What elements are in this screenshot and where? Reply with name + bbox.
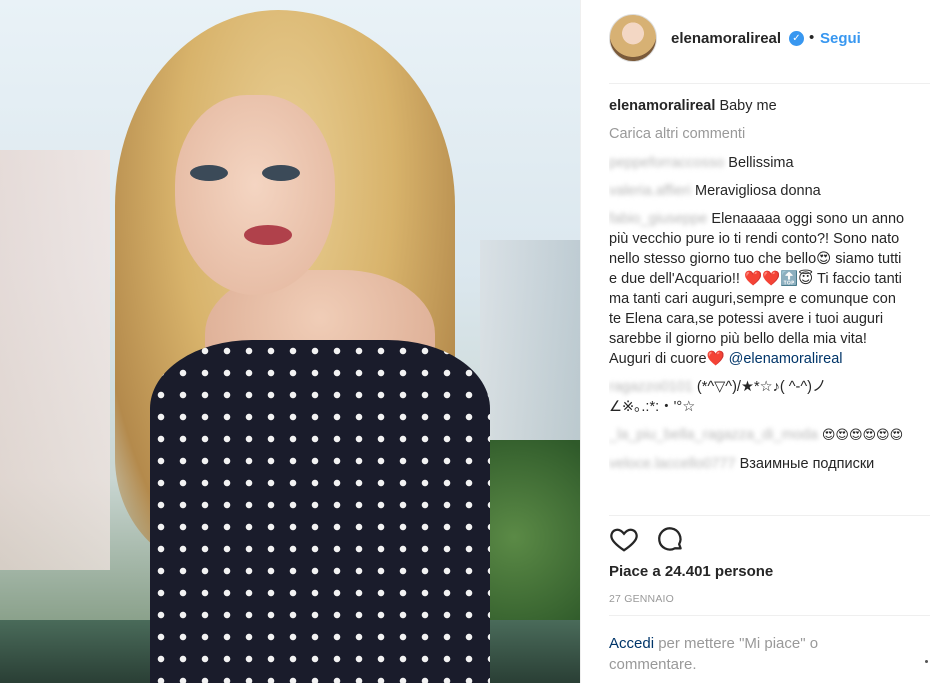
login-link[interactable]: Accedi — [609, 635, 654, 652]
likes-count[interactable]: Piace a 24.401 persone — [609, 563, 773, 580]
comment-username[interactable]: veloce.laccello0777 — [609, 456, 736, 472]
comment-username[interactable]: peppeforraccosso — [609, 155, 724, 171]
heart-icon[interactable] — [609, 524, 639, 554]
comment-text: 😍😍😍😍😍😍 — [821, 428, 904, 443]
comment-username[interactable]: valeria.affieri — [609, 183, 691, 199]
subject-face — [175, 95, 335, 295]
author-username[interactable]: elenamoralireal — [671, 30, 781, 47]
comment-item: peppeforraccosso Bellissima — [609, 153, 909, 173]
load-more-comments-link[interactable]: Carica altri commenti — [609, 124, 909, 144]
comment-text: Bellissima — [728, 155, 794, 171]
comments-list[interactable]: elenamoralireal Baby me Carica altri com… — [609, 96, 909, 514]
subject-eye — [190, 165, 228, 181]
subject-lips — [244, 225, 292, 245]
comment-mention-link[interactable]: @elenamoralireal — [729, 351, 843, 367]
follow-button[interactable]: Segui — [820, 30, 861, 47]
comment-username[interactable]: _la_piu_bella_ragazza_di_moda — [609, 427, 818, 443]
comment-item: fabio_giuseppe Elenaaaaa oggi sono un an… — [609, 209, 909, 369]
comment-item: _la_piu_bella_ragazza_di_moda 😍😍😍😍😍😍 — [609, 425, 909, 446]
comment-icon[interactable] — [655, 524, 685, 554]
post-date: 27 GENNAIO — [609, 593, 675, 605]
comment-text: Elenaaaaa oggi sono un anno più vecchio … — [609, 211, 905, 367]
subject-eye — [262, 165, 300, 181]
caption-text: Baby me — [719, 98, 777, 114]
divider — [609, 615, 930, 616]
avatar[interactable] — [609, 14, 657, 62]
comment-username[interactable]: ragazzo0101 — [609, 379, 693, 395]
scroll-indicator — [925, 660, 928, 663]
comment-text: Meravigliosa donna — [694, 183, 821, 199]
separator-dot: • — [809, 29, 815, 46]
divider — [609, 515, 930, 516]
caption-username[interactable]: elenamoralireal — [609, 98, 715, 114]
comment-username[interactable]: fabio_giuseppe — [609, 211, 707, 227]
divider — [609, 83, 930, 84]
background-building — [0, 150, 110, 570]
post-header: elenamoralireal ✓ • Segui — [581, 0, 930, 82]
comment-text: Взаимные подписки — [739, 456, 875, 472]
post-photo[interactable] — [0, 0, 580, 683]
subject-polka-dot-dress — [150, 340, 490, 683]
verified-badge-icon: ✓ — [789, 31, 804, 46]
caption: elenamoralireal Baby me — [609, 96, 909, 116]
login-prompt: Accedi per mettere "Mi piace" o commenta… — [609, 633, 909, 675]
comment-item: ragazzo0101 (*^▽^)/★*☆♪( ^-^)ノ∠※｡.:*:・'°… — [609, 377, 909, 417]
comment-item: valeria.affieri Meravigliosa donna — [609, 181, 909, 201]
post-side-panel: elenamoralireal ✓ • Segui elenamoralirea… — [580, 0, 930, 683]
comment-item: veloce.laccello0777 Взаимные подписки — [609, 454, 909, 474]
